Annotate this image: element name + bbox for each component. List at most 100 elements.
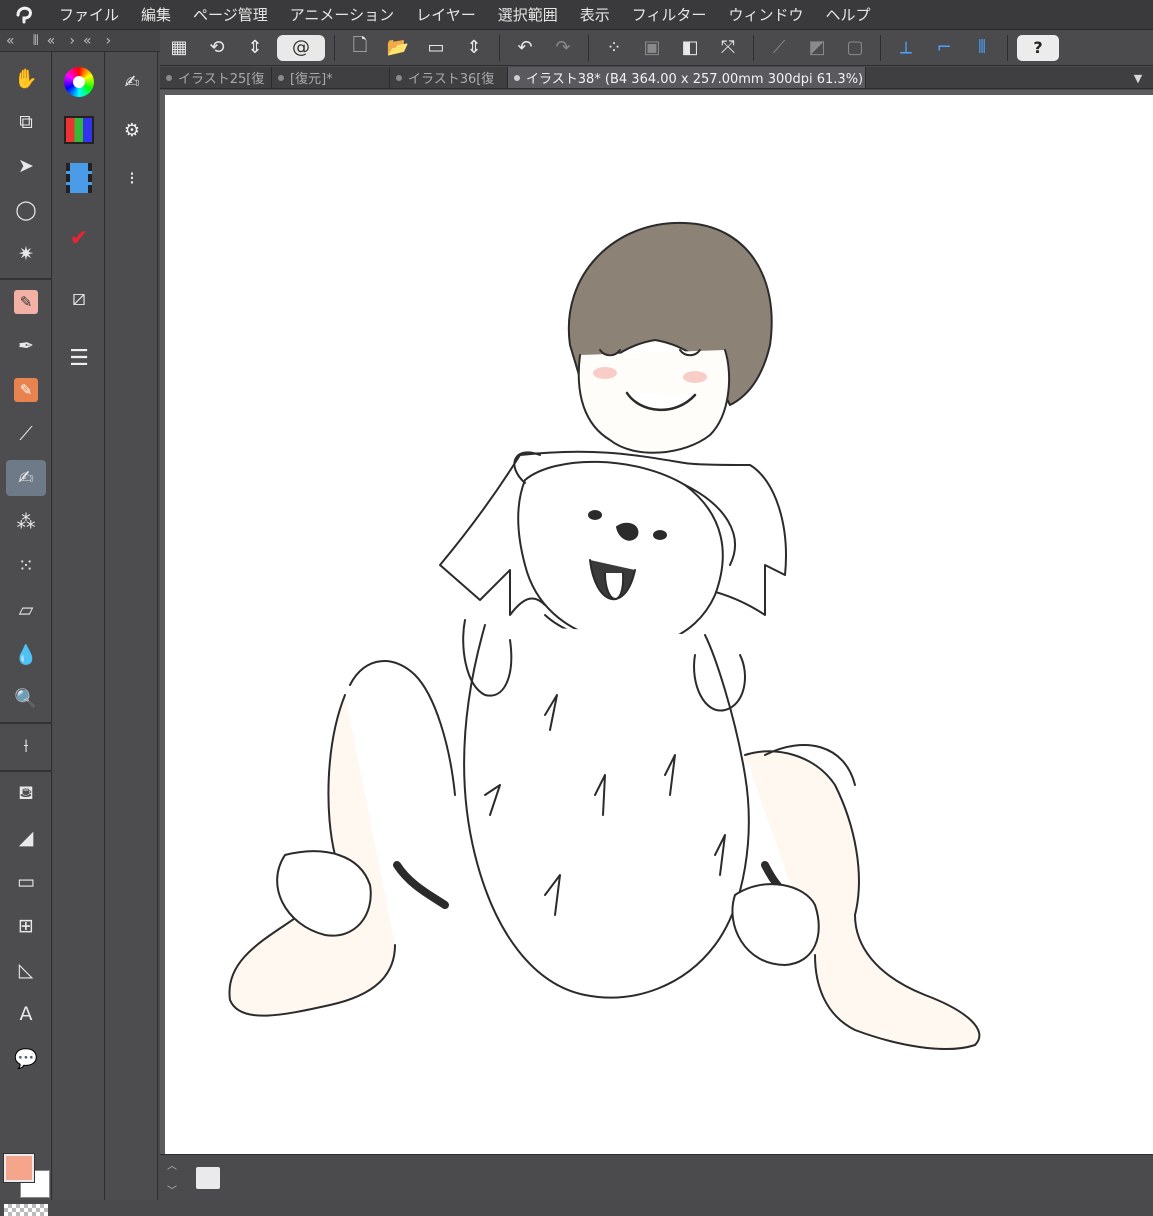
eyedropper-icon[interactable]: ✎	[6, 284, 46, 320]
navigator-icon[interactable]	[196, 1167, 220, 1189]
zoom-icon[interactable]: 🔍	[6, 680, 46, 716]
collapse-up-icon[interactable]: ︿ ﹀	[162, 1157, 182, 1197]
canvas-area	[160, 90, 1153, 1154]
brush-icon[interactable]: ⟋	[6, 416, 46, 452]
updown-icon[interactable]: ⇕	[239, 33, 271, 63]
text-icon[interactable]: A	[6, 996, 46, 1032]
menu-layer[interactable]: レイヤー	[405, 1, 487, 29]
menu-selection[interactable]: 選択範囲	[487, 1, 569, 29]
animation-icon[interactable]	[61, 160, 97, 196]
snap-grid-icon[interactable]: ◩	[801, 33, 833, 63]
undo-icon[interactable]: ↶	[509, 33, 541, 63]
zoom-rotate-icon[interactable]: ⧉	[6, 104, 46, 140]
toolbar-divider	[334, 34, 335, 61]
fill-icon[interactable]: ⛾	[6, 776, 46, 812]
symmetry-icon[interactable]: ⫴	[966, 33, 998, 63]
gradient-icon[interactable]: ◢	[6, 820, 46, 856]
move-icon[interactable]: ➤	[6, 148, 46, 184]
tool-palette: ✋ ⧉ ➤ ◯ ✷ ✎ ✒ ✎ ⟋ ✍ ⁂ ⁙ ▱ 💧 🔍 ⟊ ⛾ ◢ ▭ ⊞ …	[0, 52, 52, 1216]
tab-dot-icon	[278, 74, 284, 81]
crop-icon[interactable]: ▣	[636, 33, 668, 63]
ruler-snap-icon[interactable]: ⟂	[890, 33, 922, 63]
eraser-icon[interactable]: ▱	[6, 592, 46, 628]
toolbar-divider	[588, 34, 589, 61]
menu-help[interactable]: ヘルプ	[814, 1, 881, 29]
lasso-select-icon[interactable]: ◯	[6, 192, 46, 228]
save-icon[interactable]: ▭	[420, 33, 452, 63]
command-bar: ▦ ⟲ ⇕ @ 🗋 📂 ▭ ⇕ ↶ ↷ ⁘ ▣ ◧ ⤧ ⟋ ◩ ▢ ⟂ ⌐ ⫴ …	[160, 30, 1153, 66]
open-icon[interactable]: 📂	[382, 33, 414, 63]
clip-icon[interactable]: @	[277, 34, 325, 61]
balloon-icon[interactable]: 💬	[6, 1040, 46, 1076]
menu-filter[interactable]: フィルター	[621, 1, 718, 29]
document-tabs: イラスト25[復 [復元]* イラスト36[復 イラスト38* (B4 364.…	[160, 67, 1153, 89]
panel-grip-icon: ⦀	[32, 32, 39, 49]
decoration-icon[interactable]: ⁙	[6, 548, 46, 584]
line-tool-icon[interactable]: ⟊	[6, 728, 46, 764]
color-set-icon[interactable]	[61, 112, 97, 148]
rectangle-icon[interactable]: ▭	[6, 864, 46, 900]
perspective-icon[interactable]: ⌐	[928, 33, 960, 63]
fill-icon[interactable]: ◧	[674, 33, 706, 63]
snap-ruler-icon[interactable]: ⟋	[763, 33, 795, 63]
magic-wand-icon[interactable]: ✷	[6, 236, 46, 272]
pencil-icon[interactable]: ✎	[6, 372, 46, 408]
redo-icon[interactable]: ↷	[547, 33, 579, 63]
toolbar-divider	[880, 34, 881, 61]
menubar: ファイル 編集 ページ管理 アニメーション レイヤー 選択範囲 表示 フィルター…	[0, 0, 1153, 30]
artwork-illustration	[228, 221, 981, 1050]
toolbar-divider	[753, 34, 754, 61]
color-swatch[interactable]	[2, 1152, 52, 1204]
material-icon[interactable]: ⧄	[61, 280, 97, 316]
pen-icon[interactable]: ✒	[6, 328, 46, 364]
new-icon[interactable]: 🗋	[344, 33, 376, 63]
ruler-icon[interactable]: ◺	[6, 952, 46, 988]
tab-illust25[interactable]: イラスト25[復	[160, 67, 272, 88]
tool-divider	[0, 722, 52, 724]
transparent-color-swatch[interactable]	[4, 1204, 48, 1216]
collapse-left-icon[interactable]: «	[6, 33, 15, 49]
tab-illust36[interactable]: イラスト36[復	[390, 67, 508, 88]
tab-label: [復元]*	[290, 72, 333, 87]
tab-label: イラスト38* (B4 364.00 x 257.00mm 300dpi 61.…	[526, 72, 864, 87]
hand-icon[interactable]: ✋	[6, 60, 46, 96]
ink-pen-icon[interactable]: ✍	[6, 460, 46, 496]
history-icon[interactable]: ✔	[61, 220, 97, 256]
tab-restored[interactable]: [復元]*	[272, 67, 390, 88]
subtool-options-icon[interactable]: ⁝	[114, 160, 150, 196]
collapse-left-icon[interactable]: «	[47, 33, 56, 49]
menu-window[interactable]: ウィンドウ	[717, 1, 814, 29]
select-transform-icon[interactable]: ⤧	[712, 33, 744, 63]
expand-right-icon[interactable]: ›	[69, 33, 75, 49]
menu-file[interactable]: ファイル	[48, 1, 130, 29]
blend-icon[interactable]: 💧	[6, 636, 46, 672]
subtool-settings-icon[interactable]: ⚙	[114, 112, 150, 148]
tab-dot-icon	[514, 74, 520, 81]
layer-icon[interactable]: ☰	[61, 340, 97, 376]
clip-studio-logo-icon[interactable]	[12, 2, 38, 28]
layout-icon[interactable]: ▦	[163, 33, 195, 63]
snap-special-icon[interactable]: ▢	[839, 33, 871, 63]
menu-page[interactable]: ページ管理	[182, 1, 279, 29]
subtool-brush-icon[interactable]: ✍	[114, 64, 150, 100]
color-wheel-icon[interactable]	[61, 64, 97, 100]
help-icon[interactable]: ?	[1017, 34, 1059, 61]
main-color-swatch[interactable]	[3, 1153, 35, 1183]
dots-icon[interactable]: ⁘	[598, 33, 630, 63]
drawing-canvas[interactable]	[165, 95, 1153, 1154]
toolbar-divider	[1007, 34, 1008, 61]
menu-view[interactable]: 表示	[569, 1, 621, 29]
collapse-left-icon[interactable]: «	[83, 33, 92, 49]
updown-icon[interactable]: ⇕	[458, 33, 490, 63]
airbrush-icon[interactable]: ⁂	[6, 504, 46, 540]
expand-right-icon[interactable]: ›	[106, 33, 112, 49]
tool-divider	[0, 278, 52, 280]
menu-edit[interactable]: 編集	[130, 1, 182, 29]
menu-animation[interactable]: アニメーション	[279, 1, 405, 29]
tab-illust38[interactable]: イラスト38* (B4 364.00 x 257.00mm 300dpi 61.…	[508, 67, 866, 88]
tab-dot-icon	[166, 74, 172, 81]
tool-divider	[0, 770, 52, 772]
frame-icon[interactable]: ⊞	[6, 908, 46, 944]
tab-dropdown-icon[interactable]: ▼	[1127, 69, 1149, 87]
transform-icon[interactable]: ⟲	[201, 33, 233, 63]
